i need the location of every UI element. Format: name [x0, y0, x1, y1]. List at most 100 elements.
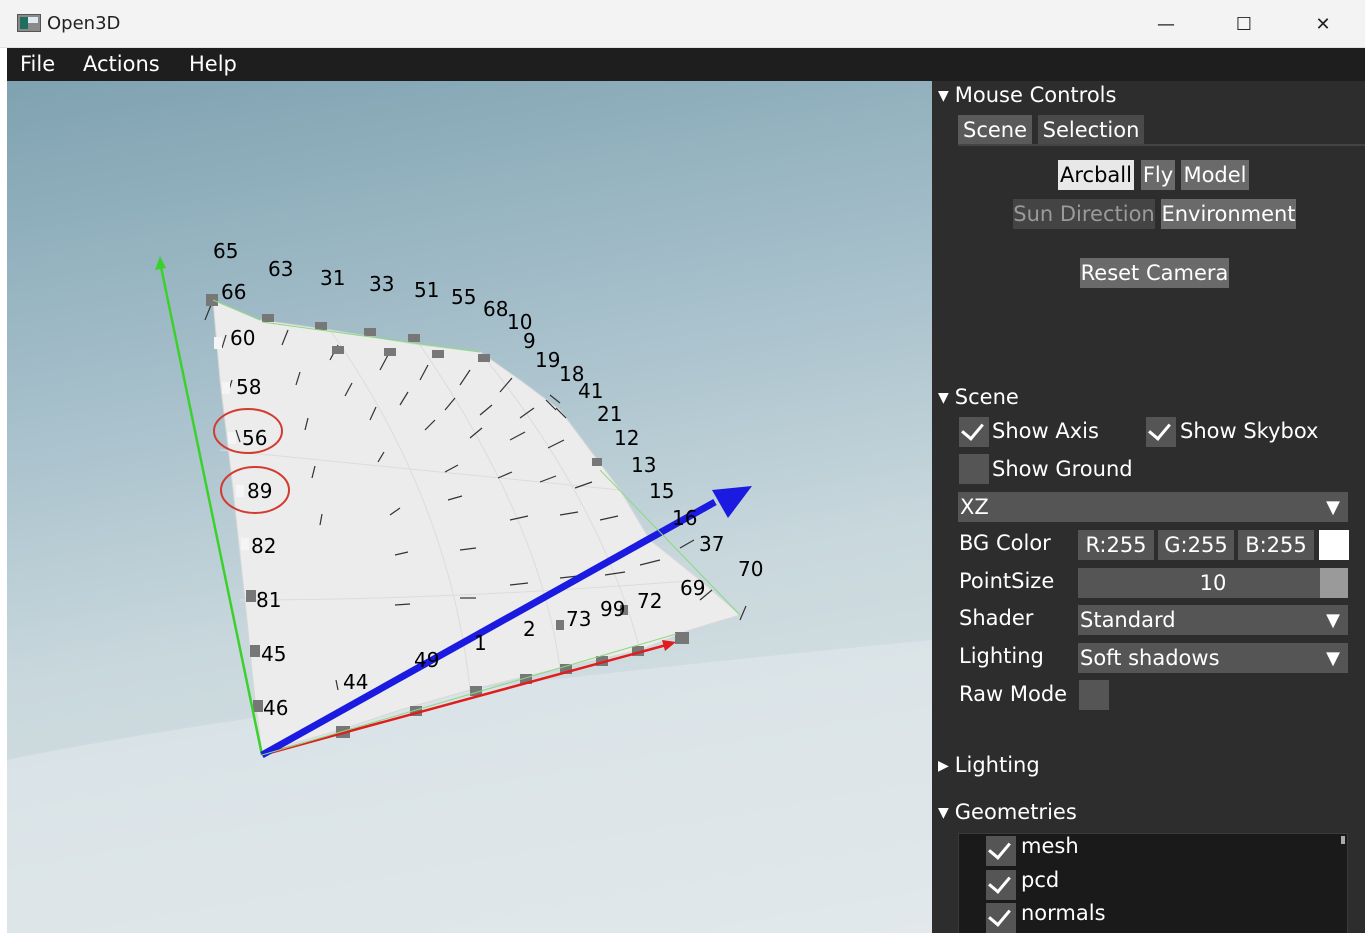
point-label: 70 [738, 557, 763, 581]
point-label: 21 [597, 402, 622, 426]
scrollbar[interactable] [1341, 836, 1345, 844]
point-label: 46 [263, 696, 288, 720]
point-label: 68 [483, 297, 508, 321]
point-label: 58 [236, 375, 261, 399]
maximize-icon: ☐ [1235, 13, 1253, 35]
environment-button[interactable]: Environment [1161, 199, 1296, 229]
point-label: 66 [221, 280, 246, 304]
raw-mode-checkbox[interactable] [1079, 680, 1109, 710]
fly-button[interactable]: Fly [1141, 160, 1175, 190]
point-label: 41 [578, 379, 603, 403]
scene-canvas: 6563 31 33 51 55 6810919184121121315163770697… [7, 239, 932, 933]
close-icon: ✕ [1315, 13, 1331, 35]
point-label: 1 [474, 631, 487, 655]
geometries-header[interactable]: ▼ Geometries [938, 800, 1077, 824]
menu-help[interactable]: Help [189, 52, 237, 76]
tab-scene[interactable]: Scene [958, 115, 1032, 145]
bg-red-field[interactable]: R:255 [1078, 530, 1154, 560]
3d-viewport[interactable]: 65 63 31 33 51 55 68 10 9 19 18 41 21 12 13 15 16 37 70 69 7… [7, 81, 932, 933]
tab-selection[interactable]: Selection [1038, 115, 1144, 145]
dropdown-arrow-icon: ▼ [1318, 643, 1348, 673]
scene-header[interactable]: ▼ Scene [938, 385, 1019, 409]
bg-blue-field[interactable]: B:255 [1238, 530, 1314, 560]
checkmark-icon [988, 903, 1011, 927]
geometry-mesh-label: mesh [1021, 834, 1079, 858]
open3d-app-icon [17, 14, 41, 32]
raw-mode-label: Raw Mode [959, 682, 1068, 706]
show-ground-checkbox[interactable] [959, 454, 989, 484]
bg-color-swatch[interactable] [1319, 530, 1349, 560]
menu-actions[interactable]: Actions [83, 52, 160, 76]
point-label: 19 [535, 348, 560, 372]
collapsed-triangle-icon: ▶ [938, 758, 949, 774]
tab-underline [958, 144, 1365, 146]
point-label: 73 [566, 607, 591, 631]
minimize-icon: — [1157, 13, 1175, 35]
shader-label: Shader [959, 606, 1034, 630]
menu-file[interactable]: File [20, 52, 55, 76]
shader-select[interactable]: Standard ▼ [1078, 605, 1348, 635]
show-skybox-checkbox[interactable] [1146, 417, 1176, 447]
point-label: 99 [600, 597, 625, 621]
point-label: 55 [451, 285, 476, 309]
point-label: 12 [614, 426, 639, 450]
lighting-select[interactable]: Soft shadows ▼ [1078, 643, 1348, 673]
ground-plane-select[interactable]: XZ ▼ [958, 492, 1348, 522]
point-label: 63 [268, 257, 293, 281]
point-label: 60 [230, 326, 255, 350]
point-label: 13 [631, 453, 656, 477]
geometry-mesh-checkbox[interactable] [986, 836, 1016, 866]
expanded-triangle-icon: ▼ [938, 805, 949, 821]
point-label: 44 [343, 670, 368, 694]
point-label: 2 [523, 617, 536, 641]
geometries-list: mesh pcd normals [958, 833, 1348, 933]
point-label: 51 [414, 278, 439, 302]
show-ground-label: Show Ground [992, 457, 1133, 481]
point-label: 89 [247, 479, 272, 503]
geometry-pcd-label: pcd [1021, 868, 1060, 892]
geometry-pcd-checkbox[interactable] [986, 870, 1016, 900]
point-label: 82 [251, 534, 276, 558]
point-label: 45 [261, 642, 286, 666]
checkmark-icon [961, 417, 984, 441]
point-label: 33 [369, 272, 394, 296]
dropdown-arrow-icon: ▼ [1318, 492, 1348, 522]
point-label: 56 [242, 426, 267, 450]
lighting-label: Lighting [959, 644, 1044, 668]
mouse-controls-header[interactable]: ▼ Mouse Controls [938, 83, 1116, 107]
bg-color-label: BG Color [959, 531, 1051, 555]
minimize-button[interactable]: — [1128, 0, 1204, 48]
model-button[interactable]: Model [1181, 160, 1249, 190]
window-title: Open3D [47, 13, 121, 34]
point-label: 72 [637, 589, 662, 613]
expanded-triangle-icon: ▼ [938, 390, 949, 406]
geometry-normals-checkbox[interactable] [986, 903, 1016, 933]
point-label: 65 [213, 239, 238, 263]
show-axis-checkbox[interactable] [959, 417, 989, 447]
show-axis-label: Show Axis [992, 419, 1099, 443]
slider-handle[interactable] [1320, 568, 1348, 598]
close-button[interactable]: ✕ [1285, 0, 1361, 48]
checkmark-icon [988, 870, 1011, 894]
point-label: 9 [523, 329, 536, 353]
reset-camera-button[interactable]: Reset Camera [1080, 258, 1229, 288]
maximize-button[interactable]: ☐ [1206, 0, 1282, 48]
point-label: 31 [320, 266, 345, 290]
bg-green-field[interactable]: G:255 [1158, 530, 1234, 560]
arcball-button[interactable]: Arcball [1058, 160, 1134, 190]
point-label: 15 [649, 479, 674, 503]
point-label: 37 [699, 532, 724, 556]
point-label: 16 [672, 506, 697, 530]
checkmark-icon [1148, 417, 1171, 441]
sun-direction-button[interactable]: Sun Direction [1013, 199, 1155, 229]
geometry-normals-label: normals [1021, 901, 1106, 925]
point-size-slider[interactable]: 10 [1078, 568, 1348, 598]
point-label: 81 [256, 588, 281, 612]
point-size-label: PointSize [959, 569, 1055, 593]
dropdown-arrow-icon: ▼ [1318, 605, 1348, 635]
settings-panel: ▼ Mouse Controls Scene Selection Arcball … [932, 81, 1365, 933]
show-skybox-label: Show Skybox [1180, 419, 1319, 443]
lighting-header[interactable]: ▶ Lighting [938, 753, 1040, 777]
expanded-triangle-icon: ▼ [938, 88, 949, 104]
point-label: 69 [680, 576, 705, 600]
